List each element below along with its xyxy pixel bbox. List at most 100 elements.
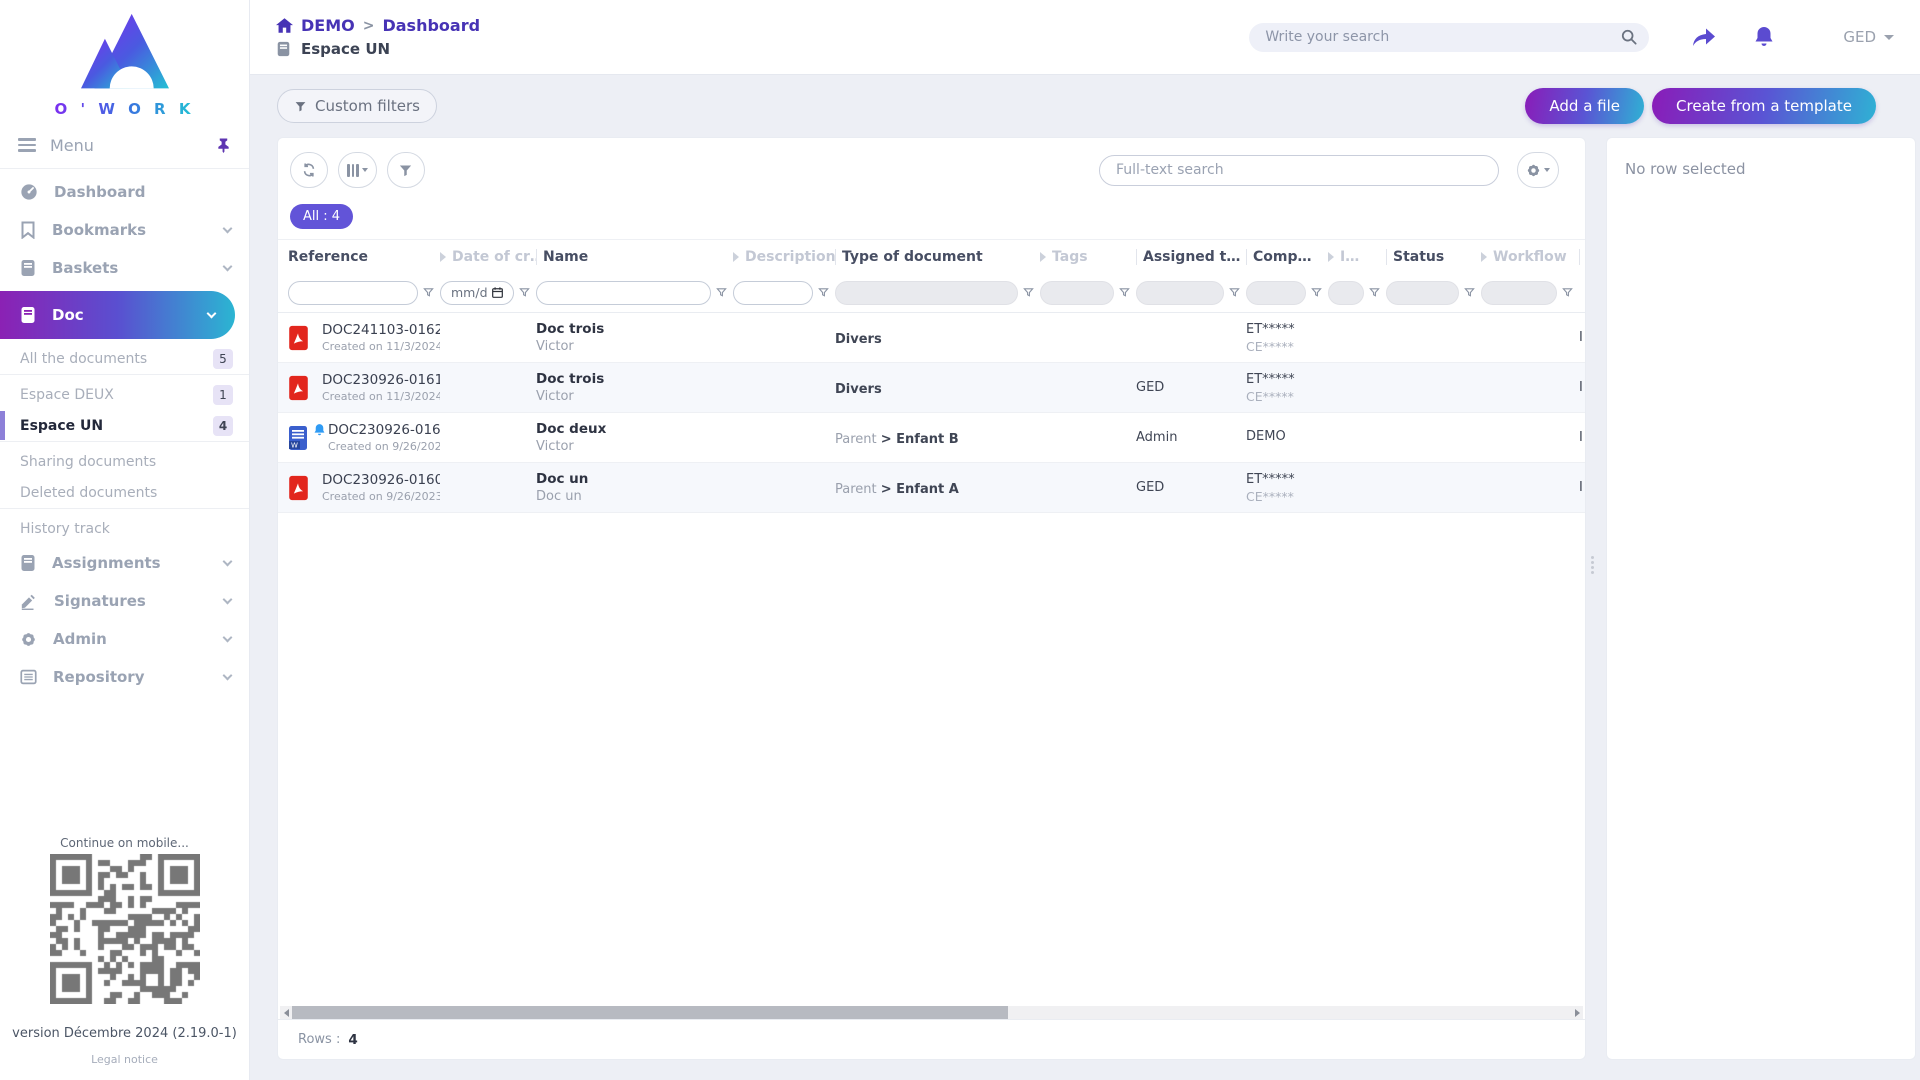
book-icon: [21, 555, 35, 571]
funnel-icon[interactable]: [519, 287, 530, 298]
workflow-filter-input[interactable]: [1481, 280, 1557, 305]
sidebar-item-repository[interactable]: Repository: [0, 658, 249, 696]
sidebar-item-baskets[interactable]: Baskets: [0, 249, 249, 287]
topbar: DEMO > Dashboard Espace UN Write your se…: [250, 0, 1920, 75]
scrollbar-thumb[interactable]: [292, 1006, 1009, 1019]
sidebar-item-history-track[interactable]: History track: [0, 513, 249, 544]
all-filter-chip[interactable]: All : 4: [290, 204, 354, 229]
status-filter-input[interactable]: [1386, 280, 1459, 305]
list-icon: [20, 669, 37, 685]
document-row[interactable]: DOC241103-01627-0 Created on 11/3/2024 1…: [278, 313, 1585, 363]
column-header-comp[interactable]: Comp…: [1246, 248, 1328, 265]
doc-subtitle: Victor: [536, 389, 574, 404]
funnel-icon[interactable]: [1023, 287, 1034, 298]
breadcrumb-separator: >: [362, 17, 375, 34]
columns-button[interactable]: [338, 152, 377, 188]
i-filter-input[interactable]: [1328, 280, 1364, 305]
column-header-workflow[interactable]: Workflow: [1481, 249, 1579, 265]
description-filter-input[interactable]: [733, 280, 813, 305]
column-header-tags[interactable]: Tags: [1040, 249, 1136, 265]
home-icon[interactable]: [276, 18, 293, 33]
panel-resize-handle[interactable]: [1587, 552, 1598, 578]
sidebar-item-doc-active[interactable]: Doc: [0, 291, 235, 339]
dashboard-icon: [21, 184, 37, 200]
column-header-i[interactable]: I…: [1328, 249, 1386, 265]
column-separator: [1579, 248, 1580, 265]
filters-button[interactable]: [386, 152, 425, 188]
column-header-reference[interactable]: Reference: [288, 249, 440, 265]
tags-filter-input[interactable]: [1040, 280, 1114, 305]
reference-filter-input[interactable]: [288, 280, 418, 305]
alert-bell-icon: [314, 423, 325, 435]
breadcrumb-current[interactable]: Dashboard: [382, 16, 480, 35]
share-button[interactable]: [1691, 26, 1717, 48]
funnel-icon[interactable]: [1119, 287, 1130, 298]
calendar-icon[interactable]: [491, 287, 503, 298]
qr-code: [49, 854, 200, 1004]
global-search-input[interactable]: [1265, 29, 1622, 45]
table-settings-button[interactable]: [1517, 152, 1559, 188]
sidebar-item-bookmarks[interactable]: Bookmarks: [0, 211, 249, 249]
fulltext-search[interactable]: [1099, 154, 1499, 186]
funnel-icon[interactable]: [1229, 287, 1240, 298]
column-header-type[interactable]: Type of document: [835, 248, 1040, 265]
table-filter-row: mm/d: [278, 273, 1585, 313]
sidebar-item-admin[interactable]: Admin: [0, 620, 249, 658]
documents-card: All : 4 Reference Date of cr… Name Descr…: [277, 137, 1586, 1060]
type-filter-input[interactable]: [835, 280, 1018, 305]
funnel-icon[interactable]: [818, 287, 829, 298]
document-row[interactable]: W DOC230926-01609-0 Created on 9/26/2023…: [278, 413, 1585, 463]
sidebar-item-assignments[interactable]: Assignments: [0, 544, 249, 582]
count-badge: 1: [213, 384, 233, 405]
document-row[interactable]: DOC230926-01610-3 Created on 11/3/2024 1…: [278, 363, 1585, 413]
refresh-button[interactable]: [290, 152, 328, 188]
topbar-right: GED: [1249, 22, 1894, 52]
doc-company-1: ET*****: [1246, 471, 1295, 487]
notifications-button[interactable]: [1753, 25, 1775, 49]
sidebar-item-all-documents[interactable]: All the documents 5: [0, 343, 249, 374]
sidebar-item-sharing-documents[interactable]: Sharing documents: [0, 446, 249, 477]
funnel-icon[interactable]: [423, 287, 434, 298]
column-header-cut[interactable]: Y: [1579, 248, 1585, 265]
doc-type: Divers: [835, 332, 882, 347]
sidebar-item-deleted-documents[interactable]: Deleted documents: [0, 477, 249, 508]
create-from-template-button[interactable]: Create from a template: [1652, 88, 1876, 124]
sidebar-item-signatures[interactable]: Signatures: [0, 582, 249, 620]
add-file-button[interactable]: Add a file: [1525, 88, 1645, 124]
funnel-icon[interactable]: [716, 287, 727, 298]
custom-filters-button[interactable]: Custom filters: [277, 89, 437, 123]
scroll-right-arrow[interactable]: [1571, 1006, 1583, 1019]
doc-cut-text: I: [1579, 480, 1583, 495]
user-menu[interactable]: GED: [1843, 28, 1894, 46]
funnel-icon[interactable]: [1369, 287, 1380, 298]
scrollbar-track[interactable]: [292, 1006, 1571, 1019]
document-row[interactable]: DOC230926-01608-0 Created on 9/26/2023 3…: [278, 463, 1585, 513]
pin-icon[interactable]: [216, 137, 231, 153]
legal-notice-link[interactable]: Legal notice: [91, 1053, 158, 1066]
column-header-status[interactable]: Status: [1386, 248, 1481, 265]
comp-filter-input[interactable]: [1246, 280, 1306, 305]
column-header-description[interactable]: Description: [733, 249, 835, 265]
column-header-assigned[interactable]: Assigned t…: [1136, 248, 1246, 265]
funnel-icon[interactable]: [1562, 287, 1573, 298]
column-header-date[interactable]: Date of cr…: [440, 249, 536, 265]
horizontal-scrollbar[interactable]: [280, 1006, 1583, 1019]
sidebar-item-espace-un[interactable]: Espace UN 4: [0, 410, 249, 441]
sidebar-item-dashboard[interactable]: Dashboard: [0, 173, 249, 211]
name-filter-input[interactable]: [536, 280, 711, 305]
menu-toggle[interactable]: Menu: [0, 122, 249, 168]
fulltext-search-input[interactable]: [1116, 162, 1482, 178]
global-search[interactable]: [1249, 22, 1650, 52]
search-icon[interactable]: [1621, 29, 1637, 45]
funnel-icon[interactable]: [1311, 287, 1322, 298]
sidebar-item-label: Dashboard: [54, 183, 146, 201]
sidebar-item-espace-deux[interactable]: Espace DEUX 1: [0, 379, 249, 410]
assigned-filter-input[interactable]: [1136, 280, 1224, 305]
scroll-left-arrow[interactable]: [280, 1006, 292, 1019]
doc-name: Doc trois: [536, 371, 605, 387]
column-header-name[interactable]: Name: [536, 248, 733, 265]
column-separator: [835, 248, 836, 265]
breadcrumb-home[interactable]: DEMO: [301, 16, 355, 35]
funnel-icon[interactable]: [1464, 287, 1475, 298]
date-filter-input[interactable]: mm/d: [440, 280, 514, 305]
